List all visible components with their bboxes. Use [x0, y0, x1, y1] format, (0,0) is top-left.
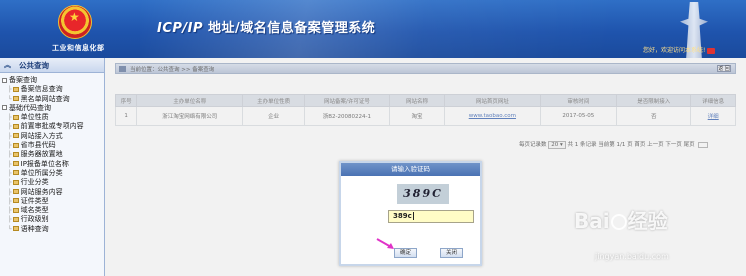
nav-item-access-method[interactable]: ├ 网站接入方式	[2, 132, 104, 141]
system-title: ICP/IP 地址/域名信息备案管理系统	[157, 21, 376, 36]
welcome-text: 您好，欢迎访问本系统!	[643, 45, 716, 54]
sidebar-header[interactable]: ︽ 公共查询	[0, 58, 104, 73]
folder-icon	[12, 170, 19, 176]
nav-tree: 备案查询 ├ 备案信息查询 └ 黑名单网站查询 基础代码查询 ├ 单位性质 ├ 前置审批…	[0, 73, 104, 234]
baidu-watermark-url: jingyan.baidu.com	[595, 252, 669, 261]
folder-icon	[12, 96, 19, 102]
nav-item-unit-category[interactable]: ├ 单位所属分类	[2, 169, 104, 178]
paw-icon	[610, 214, 627, 230]
close-button[interactable]: 关闭	[440, 248, 463, 258]
folder-icon	[12, 133, 19, 139]
folder-icon	[12, 207, 19, 213]
baidu-watermark: Bai 经验	[574, 209, 668, 233]
nav-item-blacklist-query[interactable]: └ 黑名单网站查询	[2, 95, 104, 104]
folder-icon	[12, 161, 19, 167]
folder-icon	[12, 123, 19, 129]
folder-icon	[12, 179, 19, 185]
nav-item-industry[interactable]: ├ 行业分类	[2, 178, 104, 187]
nav-group-basic-code-query[interactable]: 基础代码查询	[2, 104, 104, 113]
sidebar: ︽ 公共查询 备案查询 ├ 备案信息查询 └ 黑名单网站查询 基础代码查询 ├ 单位性…	[0, 58, 105, 276]
folder-icon	[12, 151, 19, 157]
pointer-arrow-icon	[376, 238, 394, 249]
captcha-image[interactable]: 389C	[397, 184, 449, 204]
folder-icon	[12, 226, 19, 232]
nav-item-domain-type[interactable]: ├ 域名类型	[2, 206, 104, 215]
tree-node-icon	[2, 105, 7, 111]
tree-node-icon	[2, 77, 7, 83]
nav-item-language[interactable]: └ 语种查询	[2, 225, 104, 234]
sidebar-title: 公共查询	[19, 60, 49, 70]
folder-icon	[12, 189, 19, 195]
header-banner: ★ 工业和信息化部 ICP/IP 地址/域名信息备案管理系统 您好，欢迎访问本系…	[0, 0, 746, 58]
confirm-button[interactable]: 确定	[394, 248, 417, 258]
captcha-dialog: 请输入验证码 389C 389c 确定 关闭	[339, 161, 482, 266]
captcha-input[interactable]: 389c	[388, 210, 474, 223]
folder-icon	[12, 216, 19, 222]
collapse-chevron-icon[interactable]: ︽	[4, 60, 11, 70]
nav-item-server-location[interactable]: ├ 服务器放置地	[2, 150, 104, 159]
text-caret	[412, 212, 414, 220]
folder-icon	[12, 114, 19, 120]
folder-icon	[12, 198, 19, 204]
nav-group-record-query[interactable]: 备案查询	[2, 76, 104, 85]
folder-icon	[12, 142, 19, 148]
national-emblem-icon: ★	[58, 5, 92, 39]
dialog-title: 请输入验证码	[341, 163, 480, 176]
nav-item-pre-approval[interactable]: ├ 前置审批或专项内容	[2, 122, 104, 131]
nav-item-region-code[interactable]: ├ 省市县代码	[2, 141, 104, 150]
nav-item-record-info-query[interactable]: ├ 备案信息查询	[2, 85, 104, 94]
logout-icon[interactable]	[707, 47, 716, 54]
nav-item-service-content[interactable]: ├ 网站服务内容	[2, 188, 104, 197]
nav-item-ip-unit-name[interactable]: ├ IP报备单位名称	[2, 160, 104, 169]
nav-item-id-type[interactable]: ├ 证件类型	[2, 197, 104, 206]
folder-icon	[12, 86, 19, 92]
org-name: 工业和信息化部	[52, 44, 105, 52]
nav-item-admin-level[interactable]: ├ 行政级别	[2, 215, 104, 224]
